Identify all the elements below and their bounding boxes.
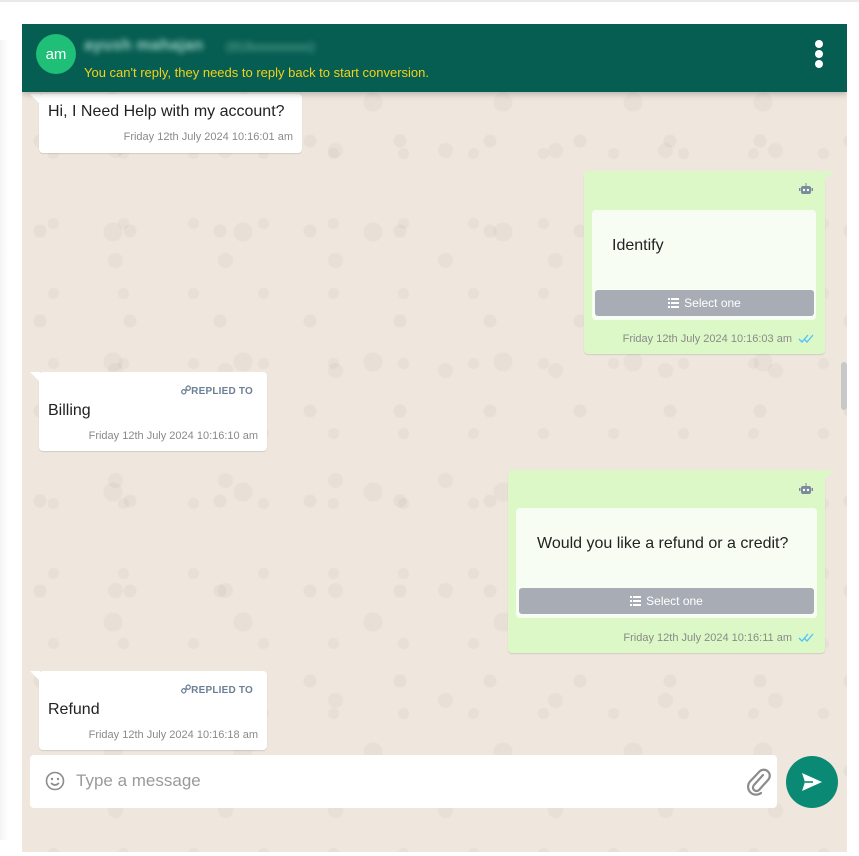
robot-icon — [799, 183, 813, 194]
contact-phone: (919xxxxxxxxx) — [226, 39, 315, 54]
select-one-label: Select one — [684, 296, 741, 310]
replied-to-label: REPLIED TO — [181, 684, 253, 696]
double-check-icon — [798, 633, 814, 642]
replied-to-label: REPLIED TO — [181, 385, 253, 397]
message-time: Friday 12th July 2024 10:16:11 am — [623, 632, 792, 644]
chat-window: am ayush mahajan (919xxxxxxxxx) You can'… — [22, 24, 847, 852]
avatar[interactable]: am — [36, 34, 76, 74]
send-icon — [802, 773, 822, 791]
list-icon — [630, 596, 642, 606]
card-text: Would you like a refund or a credit? — [537, 535, 789, 552]
scrollbar-thumb[interactable] — [841, 362, 847, 410]
double-check-icon — [798, 334, 814, 343]
chat-header: am ayush mahajan (919xxxxxxxxx) You can'… — [22, 24, 847, 92]
list-icon — [668, 298, 680, 308]
interactive-card: Would you like a refund or a credit? Sel… — [516, 508, 817, 618]
card-text: Identify — [612, 237, 664, 254]
select-one-button[interactable]: Select one — [595, 290, 814, 316]
message-time: Friday 12th July 2024 10:16:01 am — [123, 131, 293, 143]
message-outgoing: Would you like a refund or a credit? Sel… — [508, 470, 834, 653]
message-text: Refund — [48, 701, 100, 718]
message-time: Friday 12th July 2024 10:16:18 am — [88, 729, 258, 741]
message-incoming: REPLIED TO Refund Friday 12th July 2024 … — [30, 671, 267, 750]
interactive-card: Identify Select one — [592, 210, 816, 320]
reply-notice: You can't reply, they needs to reply bac… — [84, 65, 430, 80]
link-icon — [181, 385, 192, 395]
left-shadow — [0, 40, 8, 840]
link-icon — [181, 684, 192, 694]
message-incoming: Hi, I Need Help with my account? Friday … — [30, 94, 302, 153]
message-text: Hi, I Need Help with my account? — [48, 103, 285, 120]
select-one-button[interactable]: Select one — [519, 588, 814, 614]
emoji-icon[interactable] — [45, 771, 65, 791]
paperclip-icon[interactable] — [746, 768, 772, 796]
message-composer — [30, 755, 777, 808]
message-time: Friday 12th July 2024 10:16:10 am — [88, 430, 258, 442]
message-incoming: REPLIED TO Billing Friday 12th July 2024… — [30, 372, 267, 451]
select-one-label: Select one — [646, 594, 703, 608]
contact-name: ayush mahajan — [84, 37, 204, 54]
menu-dots-icon[interactable] — [813, 40, 825, 68]
message-input[interactable] — [76, 769, 696, 793]
robot-icon — [799, 483, 813, 494]
message-outgoing: Identify Select one Friday 12th July 202… — [584, 171, 834, 354]
message-time: Friday 12th July 2024 10:16:03 am — [622, 333, 792, 345]
message-text: Billing — [48, 402, 91, 419]
top-divider — [0, 0, 859, 2]
send-button[interactable] — [786, 756, 838, 808]
